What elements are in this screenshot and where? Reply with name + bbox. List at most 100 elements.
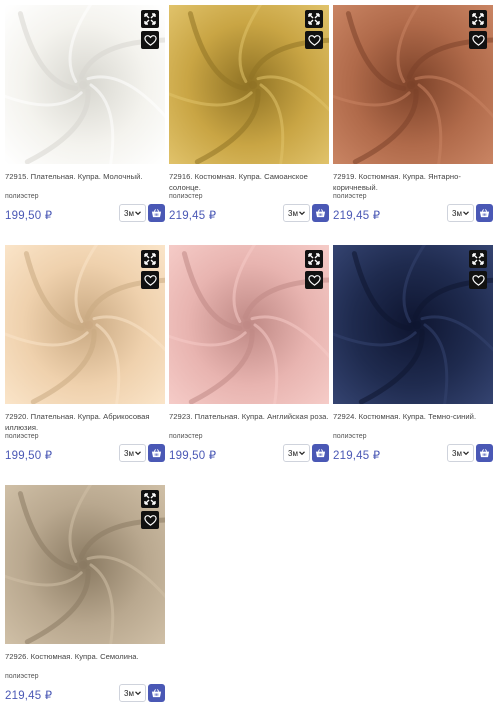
fabric-twist-center: [79, 81, 87, 89]
fabric-swatch: [5, 5, 165, 164]
expand-icon: [472, 253, 484, 265]
quantity-value: 3м: [288, 448, 298, 458]
quantity-select[interactable]: 3м: [119, 684, 146, 702]
favorite-button[interactable]: [305, 271, 323, 289]
chevron-down-icon: [463, 211, 469, 216]
cart-icon: [151, 208, 162, 217]
add-to-cart-button[interactable]: [148, 684, 165, 702]
expand-icon: [472, 13, 484, 25]
heart-icon: [471, 274, 485, 286]
product-price: 219,45 ₽: [5, 690, 53, 702]
add-to-cart-button[interactable]: [148, 444, 165, 462]
product-material: полиэстер: [169, 433, 203, 440]
product-material: полиэстер: [5, 673, 39, 680]
quantity-value: 3м: [124, 448, 134, 458]
quantity-select[interactable]: 3м: [119, 204, 146, 222]
product-price: 219,45 ₽: [169, 210, 217, 222]
favorite-button[interactable]: [305, 31, 323, 49]
fabric-swatch: [333, 245, 493, 404]
chevron-down-icon: [299, 211, 305, 216]
product-image[interactable]: [333, 5, 493, 164]
cart-icon: [151, 448, 162, 457]
product-price: 199,50 ₽: [169, 450, 217, 462]
expand-icon: [144, 493, 156, 505]
favorite-button[interactable]: [141, 511, 159, 529]
heart-icon: [471, 34, 485, 46]
quantity-select[interactable]: 3м: [447, 444, 474, 462]
fabric-swatch: [169, 245, 329, 404]
product-card: 72915. Плательная. Купра. Молочный. поли…: [5, 5, 165, 240]
add-to-cart-button[interactable]: [148, 204, 165, 222]
product-card: 72926. Костюмная. Купра. Семолина. полиэ…: [5, 485, 165, 716]
expand-button[interactable]: [305, 250, 323, 268]
product-image[interactable]: [5, 485, 165, 644]
expand-icon: [144, 13, 156, 25]
expand-button[interactable]: [141, 10, 159, 28]
expand-button[interactable]: [305, 10, 323, 28]
quantity-value: 3м: [452, 208, 462, 218]
product-image[interactable]: [169, 245, 329, 404]
favorite-button[interactable]: [469, 271, 487, 289]
cart-icon: [151, 688, 162, 697]
product-image[interactable]: [5, 245, 165, 404]
fabric-twist-center: [243, 321, 251, 329]
product-material: полиэстер: [5, 433, 39, 440]
quantity-value: 3м: [124, 208, 134, 218]
favorite-button[interactable]: [141, 31, 159, 49]
expand-button[interactable]: [141, 490, 159, 508]
add-to-cart-button[interactable]: [312, 444, 329, 462]
chevron-down-icon: [463, 451, 469, 456]
product-title[interactable]: 72920. Плательная. Купра. Абрикосовая ил…: [5, 411, 165, 433]
expand-button[interactable]: [469, 10, 487, 28]
favorite-button[interactable]: [141, 271, 159, 289]
product-price: 219,45 ₽: [333, 210, 381, 222]
chevron-down-icon: [135, 451, 141, 456]
product-title[interactable]: 72915. Плательная. Купра. Молочный.: [5, 171, 165, 182]
fabric-twist-center: [85, 321, 93, 329]
quantity-value: 3м: [452, 448, 462, 458]
product-title[interactable]: 72919. Костюмная. Купра. Янтарно-коричне…: [333, 171, 493, 193]
cart-icon: [479, 208, 490, 217]
expand-icon: [308, 13, 320, 25]
heart-icon: [143, 34, 157, 46]
heart-icon: [143, 514, 157, 526]
product-title[interactable]: 72926. Костюмная. Купра. Семолина.: [5, 651, 165, 662]
cart-icon: [315, 208, 326, 217]
quantity-value: 3м: [288, 208, 298, 218]
product-title[interactable]: 72924. Костюмная. Купра. Темно-синий.: [333, 411, 493, 422]
product-price: 199,50 ₽: [5, 210, 53, 222]
quantity-select[interactable]: 3м: [283, 204, 310, 222]
chevron-down-icon: [135, 691, 141, 696]
favorite-button[interactable]: [469, 31, 487, 49]
product-card: 72916. Костюмная. Купра. Самоанское соло…: [169, 5, 329, 240]
add-to-cart-button[interactable]: [476, 204, 493, 222]
expand-button[interactable]: [141, 250, 159, 268]
fabric-swatch: [5, 245, 165, 404]
heart-icon: [307, 274, 321, 286]
product-title[interactable]: 72923. Плательная. Купра. Английская роз…: [169, 411, 329, 422]
expand-icon: [144, 253, 156, 265]
product-image[interactable]: [333, 245, 493, 404]
chevron-down-icon: [135, 211, 141, 216]
quantity-select[interactable]: 3м: [283, 444, 310, 462]
quantity-select[interactable]: 3м: [119, 444, 146, 462]
fabric-twist-center: [79, 561, 87, 569]
expand-icon: [308, 253, 320, 265]
expand-button[interactable]: [469, 250, 487, 268]
product-card: 72924. Костюмная. Купра. Темно-синий. по…: [333, 245, 493, 480]
heart-icon: [143, 274, 157, 286]
product-material: полиэстер: [333, 433, 367, 440]
product-price: 219,45 ₽: [333, 450, 381, 462]
product-image[interactable]: [169, 5, 329, 164]
cart-icon: [315, 448, 326, 457]
product-price: 199,50 ₽: [5, 450, 53, 462]
product-title[interactable]: 72916. Костюмная. Купра. Самоанское соло…: [169, 171, 329, 193]
add-to-cart-button[interactable]: [476, 444, 493, 462]
heart-icon: [307, 34, 321, 46]
product-material: полиэстер: [169, 193, 203, 200]
product-image[interactable]: [5, 5, 165, 164]
add-to-cart-button[interactable]: [312, 204, 329, 222]
quantity-select[interactable]: 3м: [447, 204, 474, 222]
cart-icon: [479, 448, 490, 457]
fabric-swatch: [333, 5, 493, 164]
